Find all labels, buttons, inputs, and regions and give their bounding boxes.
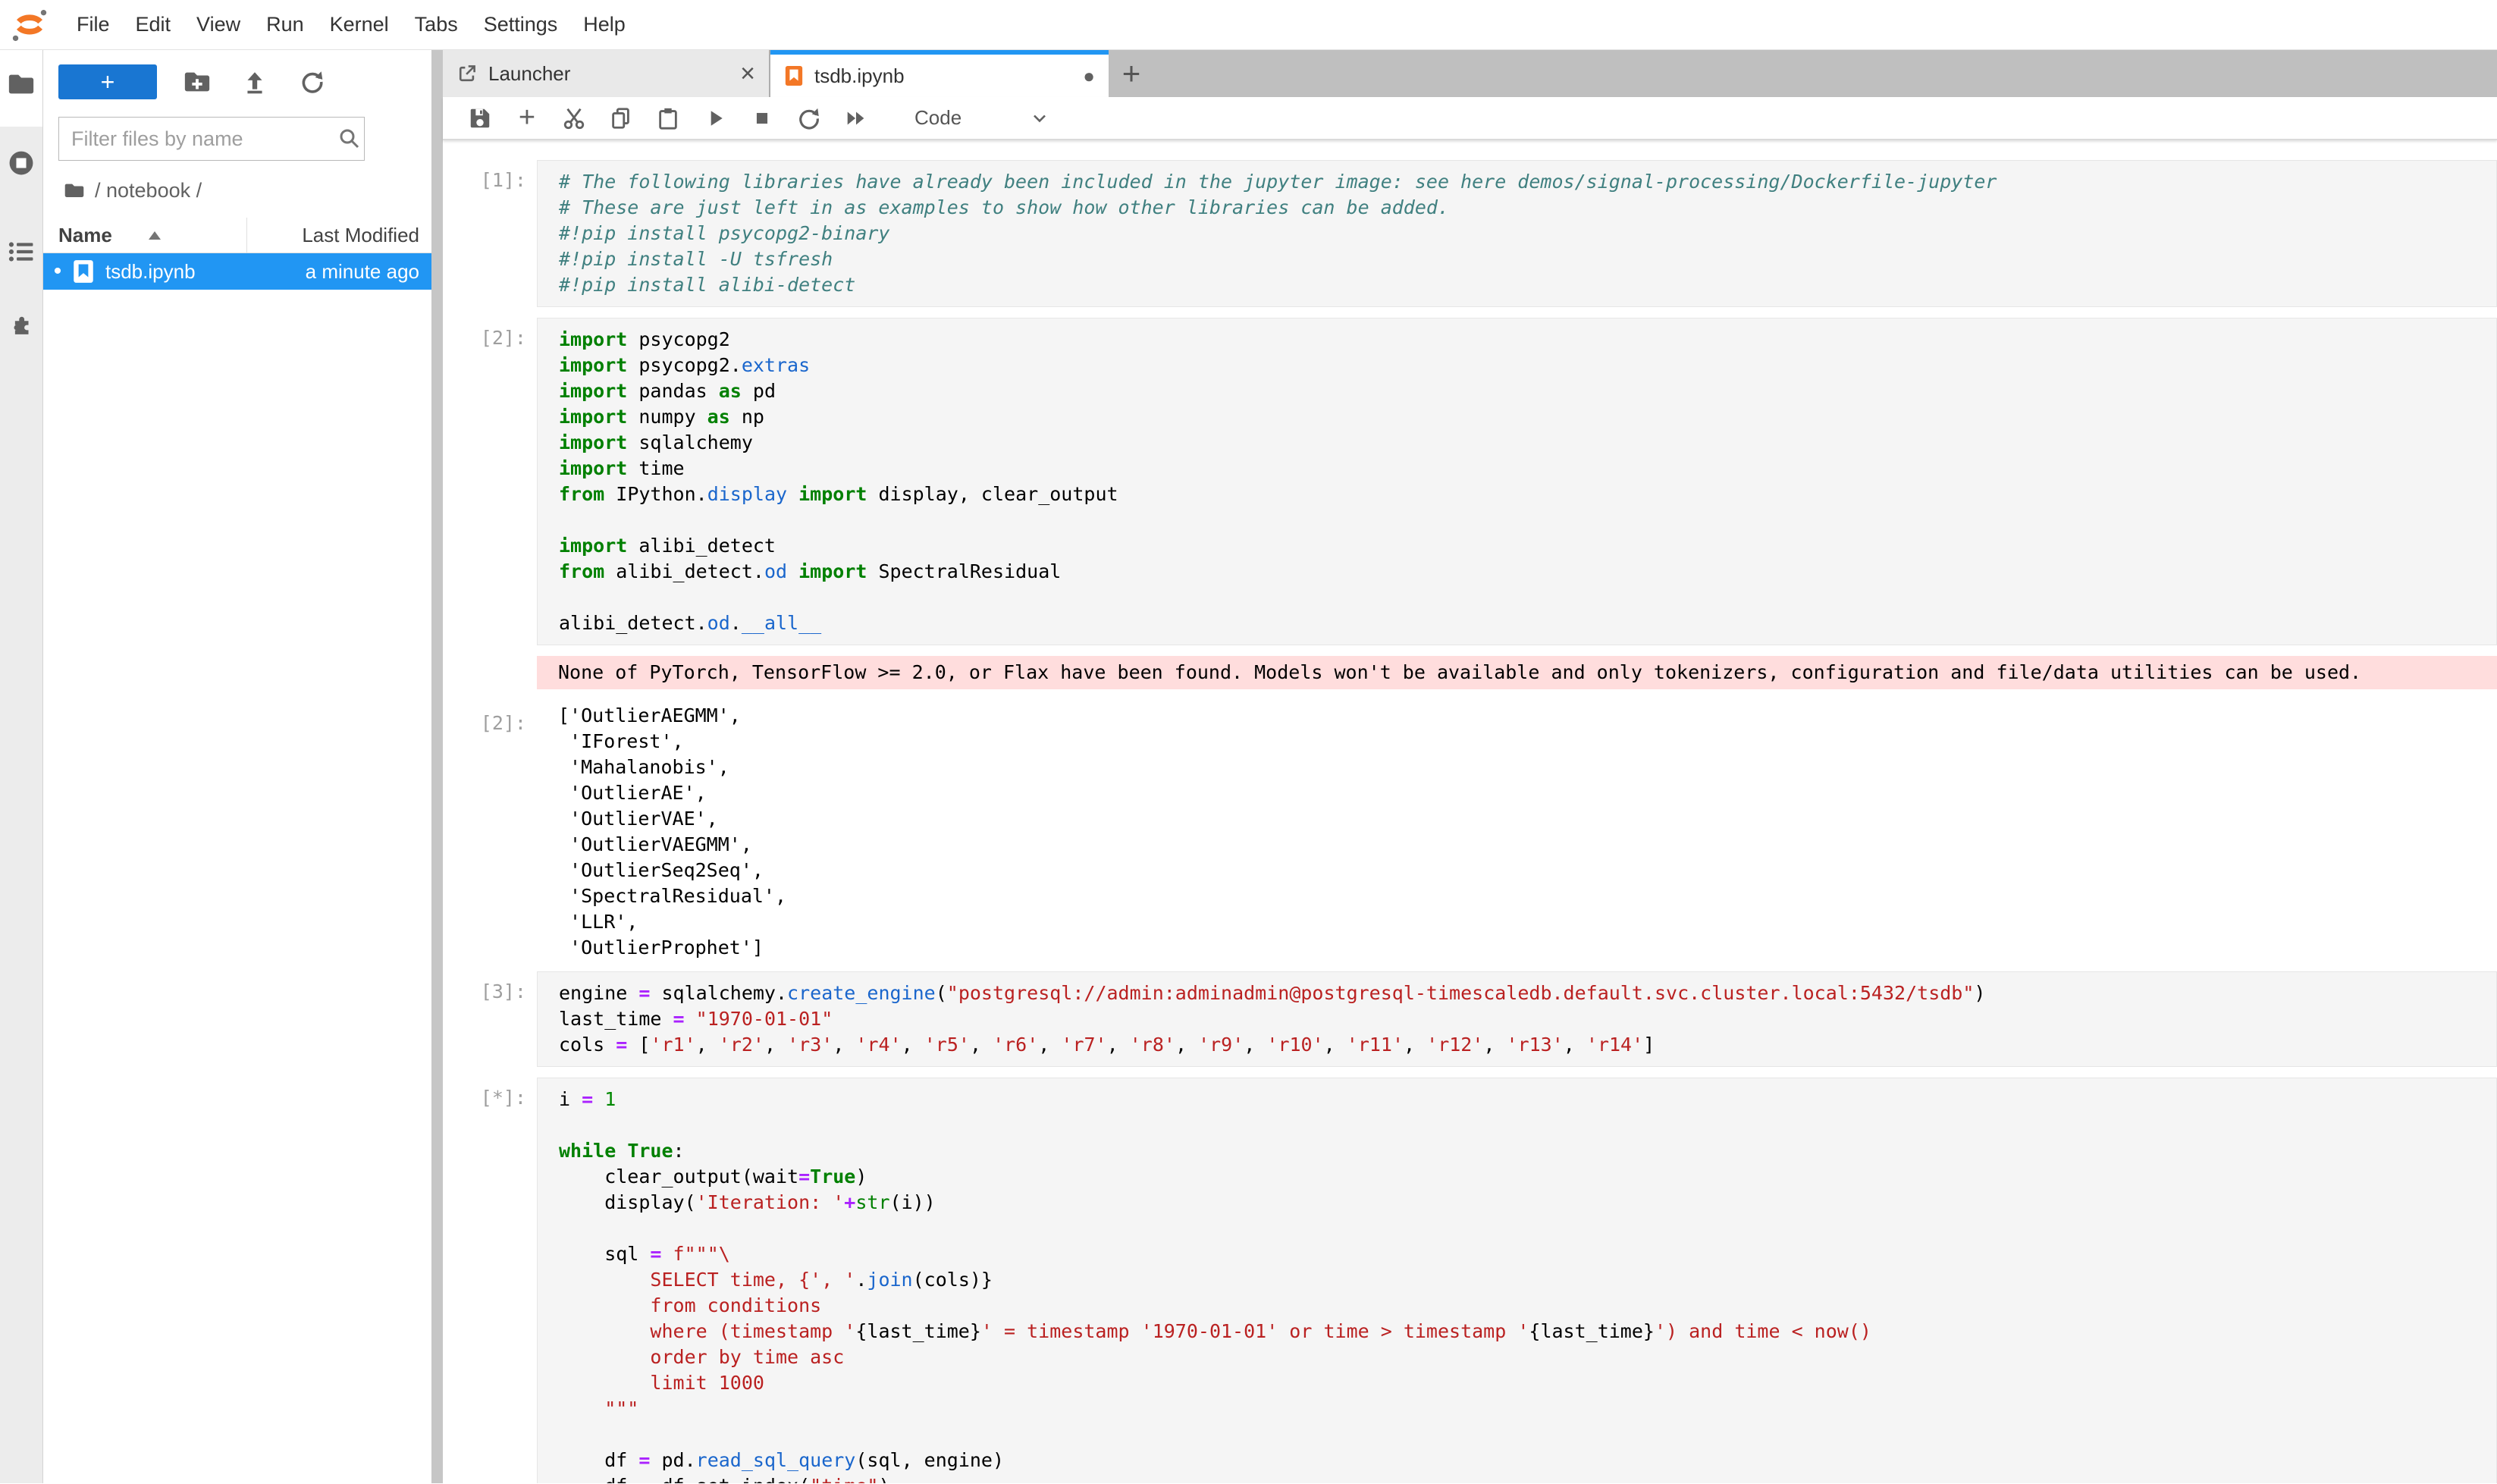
close-tab-icon[interactable]: × xyxy=(740,61,755,86)
cell-input-editor[interactable]: engine = sqlalchemy.create_engine("postg… xyxy=(537,971,2497,1067)
tab-launcher[interactable]: Launcher × xyxy=(443,50,770,97)
menu-item-edit[interactable]: Edit xyxy=(123,13,184,36)
notebook-toolbar: + xyxy=(443,97,2497,140)
file-browser-toolbar: + xyxy=(43,50,431,105)
tab-label: Launcher xyxy=(488,62,570,86)
tab-label: tsdb.ipynb xyxy=(814,64,905,88)
breadcrumb[interactable]: / notebook / xyxy=(63,179,431,202)
home-folder-icon xyxy=(63,181,86,201)
file-list-header: Name Last Modified xyxy=(43,218,431,253)
cell-result: [2]:['OutlierAEGMM', 'IForest', 'Mahalan… xyxy=(443,703,2497,961)
tab-bar: Launcher × tsdb.ipynb ● + xyxy=(443,50,2497,97)
menu-item-tabs[interactable]: Tabs xyxy=(402,13,471,36)
cell-code: [3]:engine = sqlalchemy.create_engine("p… xyxy=(443,971,2497,1067)
notebook-icon xyxy=(72,259,95,284)
add-cell-icon[interactable]: + xyxy=(513,104,541,133)
new-launcher-button[interactable]: + xyxy=(58,64,157,99)
refresh-icon[interactable] xyxy=(295,64,330,99)
cell-prompt: [*]: xyxy=(443,1078,537,1483)
cell-stderr: None of PyTorch, TensorFlow >= 2.0, or F… xyxy=(443,656,2497,689)
column-name[interactable]: Name xyxy=(43,224,246,247)
cell-code: [1]:# The following libraries have alrea… xyxy=(443,160,2497,307)
cell-type-select[interactable]: Code xyxy=(914,106,961,130)
notebook-icon xyxy=(784,64,804,88)
filter-files-input[interactable] xyxy=(58,117,365,161)
column-last-modified[interactable]: Last Modified xyxy=(246,218,431,253)
menu-item-file[interactable]: File xyxy=(64,13,123,36)
tab-notebook[interactable]: tsdb.ipynb ● xyxy=(770,50,1109,97)
save-icon[interactable] xyxy=(466,104,494,133)
file-browser-icon[interactable] xyxy=(7,70,36,99)
cell-prompt xyxy=(443,656,537,689)
menu-item-kernel[interactable]: Kernel xyxy=(317,13,402,36)
upload-icon[interactable] xyxy=(237,64,272,99)
cell-code: [2]:import psycopg2import psycopg2.extra… xyxy=(443,318,2497,645)
file-row[interactable]: • tsdb.ipynba minute ago xyxy=(43,253,431,290)
search-icon xyxy=(337,127,362,151)
paste-cells-icon[interactable] xyxy=(654,104,682,133)
main-area: Launcher × tsdb.ipynb ● + + xyxy=(443,50,2497,1483)
cell-input-editor[interactable]: # The following libraries have already b… xyxy=(537,160,2497,307)
menu-item-view[interactable]: View xyxy=(184,13,253,36)
copy-cells-icon[interactable] xyxy=(607,104,635,133)
file-name: tsdb.ipynb xyxy=(105,260,306,284)
new-folder-icon[interactable] xyxy=(180,64,215,99)
interrupt-kernel-icon[interactable] xyxy=(748,104,776,133)
cell-prompt: [2]: xyxy=(443,703,537,961)
launcher-icon xyxy=(456,63,478,84)
chevron-down-icon[interactable] xyxy=(1025,104,1054,133)
unsaved-changes-dot: ● xyxy=(1083,64,1095,88)
cell-code: [*]:i = 1 while True: clear_output(wait=… xyxy=(443,1078,2497,1483)
file-last-modified: a minute ago xyxy=(306,260,431,284)
cell-input-editor[interactable]: import psycopg2import psycopg2.extrasimp… xyxy=(537,318,2497,645)
execute-result-output: ['OutlierAEGMM', 'IForest', 'Mahalanobis… xyxy=(537,703,2497,961)
breadcrumb-path: / notebook / xyxy=(95,179,202,202)
menu-item-settings[interactable]: Settings xyxy=(471,13,571,36)
cell-prompt: [3]: xyxy=(443,971,537,1067)
running-sessions-icon[interactable] xyxy=(7,149,36,177)
restart-run-all-icon[interactable] xyxy=(842,104,870,133)
activity-bar xyxy=(0,50,43,1483)
sort-ascending-icon xyxy=(149,231,161,240)
cell-input-editor[interactable]: i = 1 while True: clear_output(wait=True… xyxy=(537,1078,2497,1483)
extension-manager-icon[interactable] xyxy=(7,312,36,340)
restart-kernel-icon[interactable] xyxy=(795,104,823,133)
menu-bar: FileEditViewRunKernelTabsSettingsHelp xyxy=(0,0,2497,50)
file-list: • tsdb.ipynba minute ago xyxy=(43,253,431,290)
stderr-output: None of PyTorch, TensorFlow >= 2.0, or F… xyxy=(537,656,2497,689)
run-cell-icon[interactable] xyxy=(701,104,729,133)
menu-item-help[interactable]: Help xyxy=(570,13,638,36)
cut-cells-icon[interactable] xyxy=(560,104,588,133)
cell-prompt: [1]: xyxy=(443,160,537,307)
table-of-contents-icon[interactable] xyxy=(7,237,36,266)
new-tab-button[interactable]: + xyxy=(1109,50,1154,97)
notebook-content: [1]:# The following libraries have alrea… xyxy=(443,140,2497,1483)
file-browser-panel: + xyxy=(43,50,431,1483)
running-dot: • xyxy=(48,259,67,284)
jupyter-logo xyxy=(11,6,49,44)
sidebar-scrollbar[interactable] xyxy=(431,50,443,1483)
cell-prompt: [2]: xyxy=(443,318,537,645)
menu-item-run[interactable]: Run xyxy=(253,13,317,36)
